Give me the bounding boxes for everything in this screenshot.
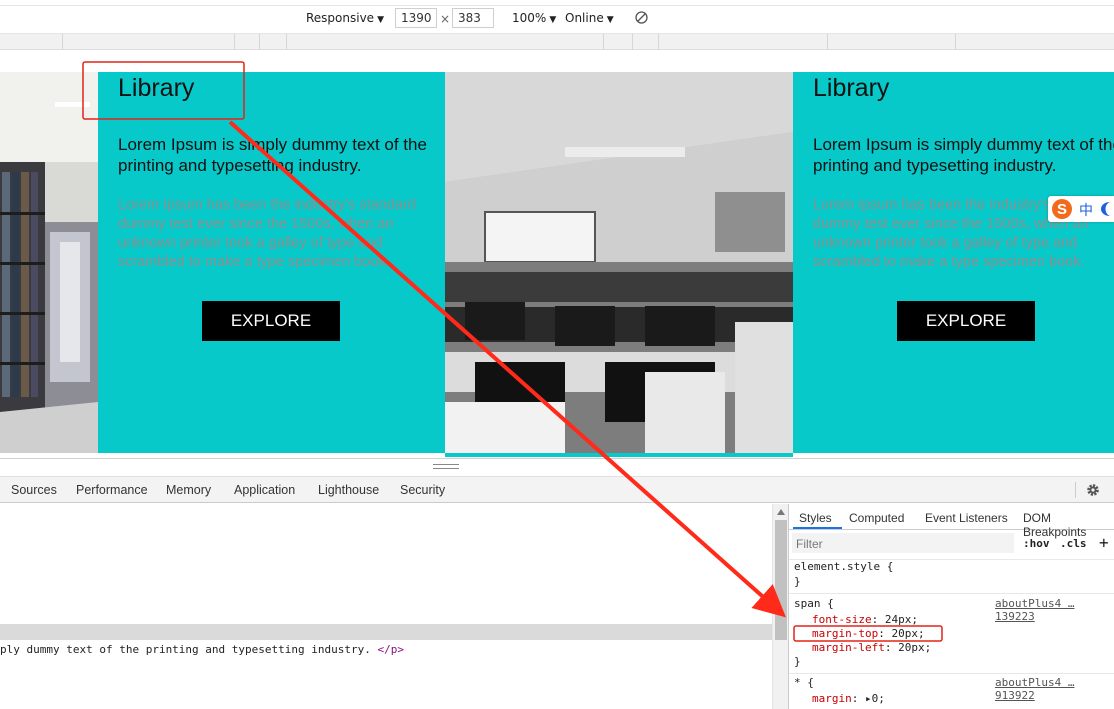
section-divider [789,593,1114,594]
media-query-divider [286,34,287,50]
tab-lighthouse[interactable]: Lighthouse [318,483,379,497]
tab-sources[interactable]: Sources [11,483,57,497]
settings-gear-icon[interactable] [1085,482,1101,498]
media-query-divider [62,34,63,50]
card-title: Library [118,74,195,102]
subtab-event-listeners[interactable]: Event Listeners [925,511,1008,525]
rule-close-brace: } [794,655,801,668]
rotate-icon[interactable] [634,10,649,25]
card-body-text: Lorem Ipsum has been the industry's stan… [118,197,416,270]
card-subtitle: Lorem Ipsum is simply dummy text of the … [118,135,427,175]
expand-triangle-icon[interactable]: ▸ [865,692,872,705]
rule-close-brace: } [794,575,801,588]
tab-memory[interactable]: Memory [166,483,211,497]
dropdown-arrow-icon: ▼ [549,15,557,25]
active-subtab-indicator [793,527,842,529]
grip-line [433,464,459,465]
dom-text-line[interactable]: ply dummy text of the printing and types… [0,643,404,656]
stylesheet-source-link[interactable]: aboutPlus4 …913922 [995,676,1114,702]
ime-moon-icon [1101,202,1110,216]
devtools-resize-handle[interactable] [0,458,1114,476]
height-input[interactable]: 383 [452,8,494,28]
css-property-name: margin-top [812,627,879,640]
responsive-label: Responsive [306,11,375,25]
selected-node-row[interactable] [0,624,772,640]
page-viewport: Library Lorem Ipsum is simply dummy text… [0,50,1114,460]
media-query-bar[interactable] [0,34,1114,50]
dropdown-arrow-icon: ▼ [606,15,614,25]
ime-logo-letter: S [1057,201,1067,218]
css-property-value: 0; [871,692,885,705]
universal-rule-selector[interactable]: * { [794,676,814,689]
css-declaration[interactable]: margin-left: 20px; [812,641,931,654]
panel-bottom-edge [445,453,793,457]
media-query-divider [259,34,260,50]
scroll-up-icon[interactable] [776,508,786,516]
dropdown-arrow-icon: ▼ [377,15,384,25]
cls-toggle[interactable]: .cls [1060,537,1087,550]
library-card: Library Lorem Ipsum is simply dummy text… [793,72,1114,453]
elements-panel: ply dummy text of the printing and types… [0,504,772,709]
css-declaration[interactable]: margin-top: 20px; [812,627,925,640]
tab-security[interactable]: Security [400,483,445,497]
section-divider [789,673,1114,674]
new-rule-button[interactable]: + [1099,533,1109,552]
card-subtitle: Lorem Ipsum is simply dummy text of the … [813,135,1114,175]
responsive-dropdown[interactable]: Responsive ▼ [306,11,384,25]
library-photo [0,72,98,453]
explore-button[interactable]: EXPLORE [897,301,1035,341]
media-query-divider [658,34,659,50]
styles-filter-input[interactable]: Filter [792,533,1014,553]
closing-p-tag: </p> [377,643,405,656]
css-property-value: 20px; [898,641,932,654]
card-title: Library [813,74,890,102]
devtools-tabbar: Sources Performance Memory Application L… [0,476,1114,503]
subtab-styles[interactable]: Styles [799,511,832,525]
ime-toolbar[interactable]: S 中 [1048,196,1114,222]
elements-scrollbar[interactable] [772,504,788,709]
library-card: Library Lorem Ipsum is simply dummy text… [98,72,445,453]
computer-lab-photo [445,72,793,453]
styles-sidebar: Styles Computed Event Listeners DOM Brea… [788,504,1114,709]
device-toolbar: Responsive ▼ 1390 × 383 100% ▼ Online ▼ [0,0,1114,34]
css-property-value: 20px; [891,627,925,640]
css-property-name: font-size [812,613,872,626]
element-style-selector[interactable]: element.style { [794,560,893,573]
css-declaration[interactable]: font-size: 24px; [812,613,918,626]
grip-line [433,468,459,469]
tab-performance[interactable]: Performance [76,483,148,497]
span-rule-selector[interactable]: span { [794,597,834,610]
width-input[interactable]: 1390 [395,8,437,28]
subtab-computed[interactable]: Computed [849,511,904,525]
css-property-value: 24px; [884,613,918,626]
network-label: Online [565,11,604,25]
media-query-divider [827,34,828,50]
media-query-divider [955,34,956,50]
css-property-name: margin [812,692,852,705]
dimension-times: × [440,12,451,26]
css-declaration[interactable]: margin: ▸0; [812,692,885,705]
dom-text-content: ply dummy text of the printing and types… [0,643,378,656]
tab-application[interactable]: Application [234,483,295,497]
ime-logo-icon: S [1052,199,1072,219]
media-query-divider [603,34,604,50]
zoom-dropdown[interactable]: 100% ▼ [512,11,556,25]
network-throttle-dropdown[interactable]: Online ▼ [565,11,614,25]
media-query-divider [234,34,235,50]
css-property-name: margin-left [812,641,885,654]
zoom-label: 100% [512,11,547,25]
scrollbar-thumb[interactable] [775,520,787,640]
tabbar-divider [1075,482,1076,498]
stylesheet-source-link[interactable]: aboutPlus4 …139223 [995,597,1114,623]
explore-button[interactable]: EXPLORE [202,301,340,341]
hov-toggle[interactable]: :hov [1023,537,1050,550]
ime-mode-label: 中 [1079,203,1093,219]
media-query-divider [632,34,633,50]
toolbar-top-border [0,5,1114,6]
